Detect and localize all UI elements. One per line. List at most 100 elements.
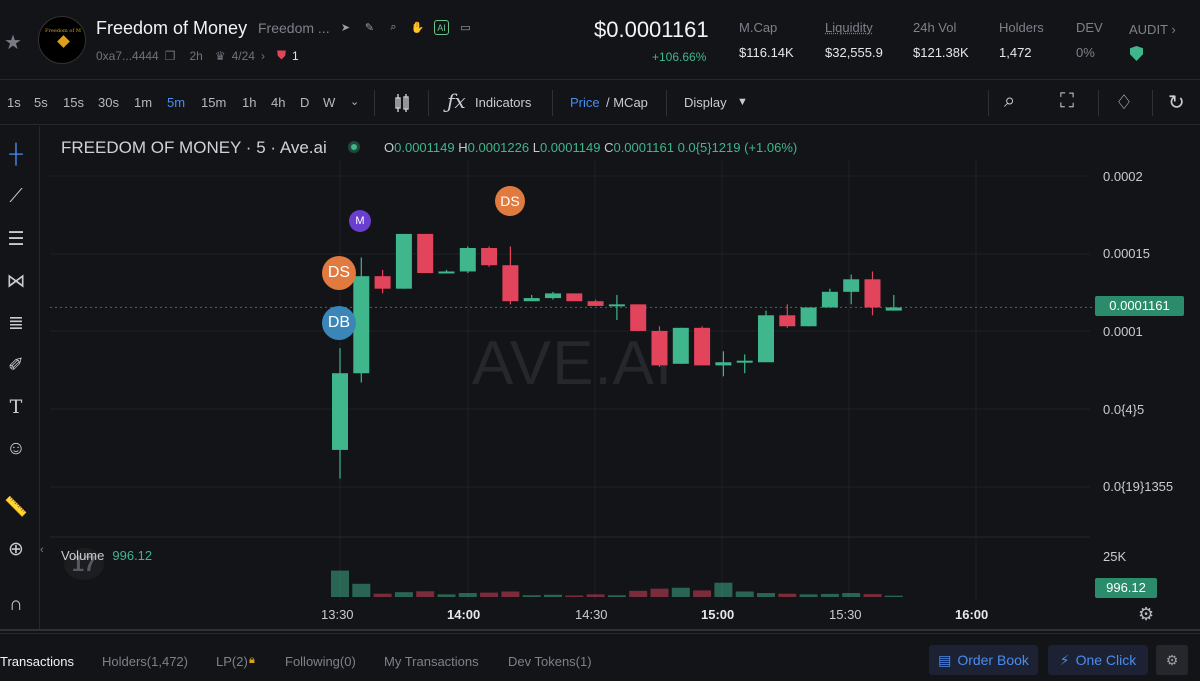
marker-ds[interactable]: DS <box>322 256 356 290</box>
function-icon[interactable]: ƒx <box>447 89 466 113</box>
hand-icon[interactable]: ✋ <box>410 20 425 35</box>
chevron-right-icon: › <box>260 48 265 63</box>
volume-bar <box>842 593 861 597</box>
timeframe-5s[interactable]: 5s <box>34 95 48 110</box>
timeframe-1m[interactable]: 1m <box>134 95 152 110</box>
indicators-button[interactable]: Indicators <box>475 95 531 110</box>
stat-label[interactable]: Liquidity <box>825 20 883 35</box>
timeframe-15m[interactable]: 15m <box>201 95 226 110</box>
marker-db[interactable]: DB <box>322 306 356 340</box>
stat-value: $32,555.9 <box>825 45 883 60</box>
caret-down-icon[interactable]: ▼ <box>737 96 748 108</box>
stat-liquidity: Liquidity $32,555.9 <box>825 20 883 60</box>
stat-value: $116.14K <box>739 45 794 60</box>
tv-icon[interactable]: ▭ <box>458 20 473 35</box>
crosshair-icon[interactable]: ┼ <box>3 142 29 168</box>
collapse-arrow-icon[interactable]: ‹ <box>40 544 44 556</box>
fullscreen-icon[interactable]: ⛶ <box>1060 90 1074 113</box>
risk-count: 1 <box>291 48 299 63</box>
timeframe-w[interactable]: W <box>323 95 335 110</box>
marker-m[interactable]: M <box>349 210 371 232</box>
y-axis-label: 0.00015 <box>1103 246 1150 261</box>
volume-bar <box>373 593 392 597</box>
volume-value: 996.12 <box>112 548 153 563</box>
lightning-icon: ⚡︎ <box>1059 651 1070 668</box>
one-click-button[interactable]: ⚡︎ One Click <box>1048 645 1148 675</box>
divider <box>428 90 429 116</box>
candle-body <box>715 362 732 366</box>
candle-body <box>885 307 902 311</box>
display-dropdown[interactable]: Display <box>684 95 727 110</box>
book-icon: ▤ <box>938 651 952 668</box>
timeframe-d[interactable]: D <box>300 95 309 110</box>
token-age: 2h <box>189 48 203 63</box>
candle-body <box>864 279 881 308</box>
telegram-icon[interactable]: ➤ <box>338 20 353 35</box>
risk-icon: ⛊ <box>276 48 286 62</box>
candle-body <box>587 301 604 306</box>
tab-holders[interactable]: Holders(1,472) <box>102 654 188 669</box>
chevron-down-icon[interactable]: ⌄ <box>350 95 359 108</box>
tab-dev-tokens[interactable]: Dev Tokens(1) <box>508 654 592 669</box>
timeframe-1s[interactable]: 1s <box>7 95 21 110</box>
copy-icon[interactable]: ❐ <box>165 49 176 63</box>
tab-transactions[interactable]: Transactions <box>0 654 74 669</box>
candle-body <box>779 315 796 327</box>
audit-link[interactable]: AUDIT › <box>1129 22 1176 37</box>
timeframe-15s[interactable]: 15s <box>63 95 84 110</box>
price-toggle[interactable]: Price <box>570 95 600 110</box>
ohlc-readout: O0.0001149 H0.0001226 L0.0001149 C0.0001… <box>384 140 798 155</box>
settings-gear-icon[interactable]: ⚙ <box>1138 604 1154 625</box>
ruler-icon[interactable]: 📏 <box>3 494 29 520</box>
horizontal-lines-icon[interactable]: ☰ <box>3 226 29 252</box>
live-indicator <box>348 141 360 153</box>
pen-icon[interactable]: ✎ <box>362 20 377 35</box>
emoji-icon[interactable]: ☺ <box>3 436 29 462</box>
brush-icon[interactable]: ✐ <box>3 352 29 378</box>
x-axis-label: 14:30 <box>575 607 608 622</box>
refresh-icon[interactable]: ↻ <box>1168 90 1185 115</box>
drawing-tools-panel: ┼ ⟋ ☰ ⋈ ≣ ✐ T ☺ 📏 ⊕ ∩ <box>0 126 40 631</box>
token-name: Freedom of Money <box>96 18 248 38</box>
text-tool-icon[interactable]: T <box>3 394 29 420</box>
bell-icon[interactable]: ♢ <box>1115 90 1133 115</box>
settings-icon[interactable]: ⚙ <box>1156 645 1188 675</box>
marker-ds[interactable]: DS <box>495 186 525 216</box>
search-icon[interactable]: ⌕ <box>386 20 401 35</box>
timeframe-5m[interactable]: 5m <box>167 95 185 110</box>
y-axis-label: 0.0001 <box>1103 324 1143 339</box>
candle-type-icon[interactable] <box>393 93 411 113</box>
timeframe-4h[interactable]: 4h <box>271 95 285 110</box>
candle-body <box>502 265 519 302</box>
tab-my-transactions[interactable]: My Transactions <box>384 654 479 669</box>
zoom-settings-icon[interactable]: ⌕ <box>1004 90 1015 113</box>
lock-icon: 🔒︎ <box>249 654 255 666</box>
ai-icon[interactable]: AI <box>434 20 449 35</box>
order-book-button[interactable]: ▤ Order Book <box>929 645 1038 675</box>
volume-bar <box>820 593 839 597</box>
volume-bar <box>501 591 520 597</box>
divider <box>666 90 667 116</box>
tab-following[interactable]: Following(0) <box>285 654 356 669</box>
candle-body <box>736 360 753 363</box>
contract-address[interactable]: 0xa7...4444 <box>96 49 159 63</box>
trend-line-icon[interactable]: ⟋ <box>3 184 29 210</box>
volume-bar <box>480 592 499 597</box>
favorite-star-icon[interactable]: ★ <box>4 30 22 55</box>
zoom-in-icon[interactable]: ⊕ <box>3 536 29 562</box>
token-header: ★ Freedom of M Freedom of Money Freedom … <box>0 0 1200 80</box>
crown-icon: ♛ <box>214 48 226 63</box>
fib-icon[interactable]: ≣ <box>3 310 29 336</box>
y-axis-label: 0.0{4}5 <box>1103 402 1145 417</box>
volume-bar <box>607 595 626 597</box>
timeframe-30s[interactable]: 30s <box>98 95 119 110</box>
magnet-icon[interactable]: ∩ <box>3 592 29 618</box>
pattern-icon[interactable]: ⋈ <box>3 268 29 294</box>
holder-ratio: 4/24 <box>231 48 255 63</box>
volume-bar <box>714 582 733 597</box>
mcap-toggle[interactable]: / MCap <box>606 95 648 110</box>
timeframe-1h[interactable]: 1h <box>242 95 256 110</box>
volume-bar <box>586 594 605 597</box>
tab-lp[interactable]: LP(2) <box>216 654 248 669</box>
candle-body <box>545 293 561 299</box>
